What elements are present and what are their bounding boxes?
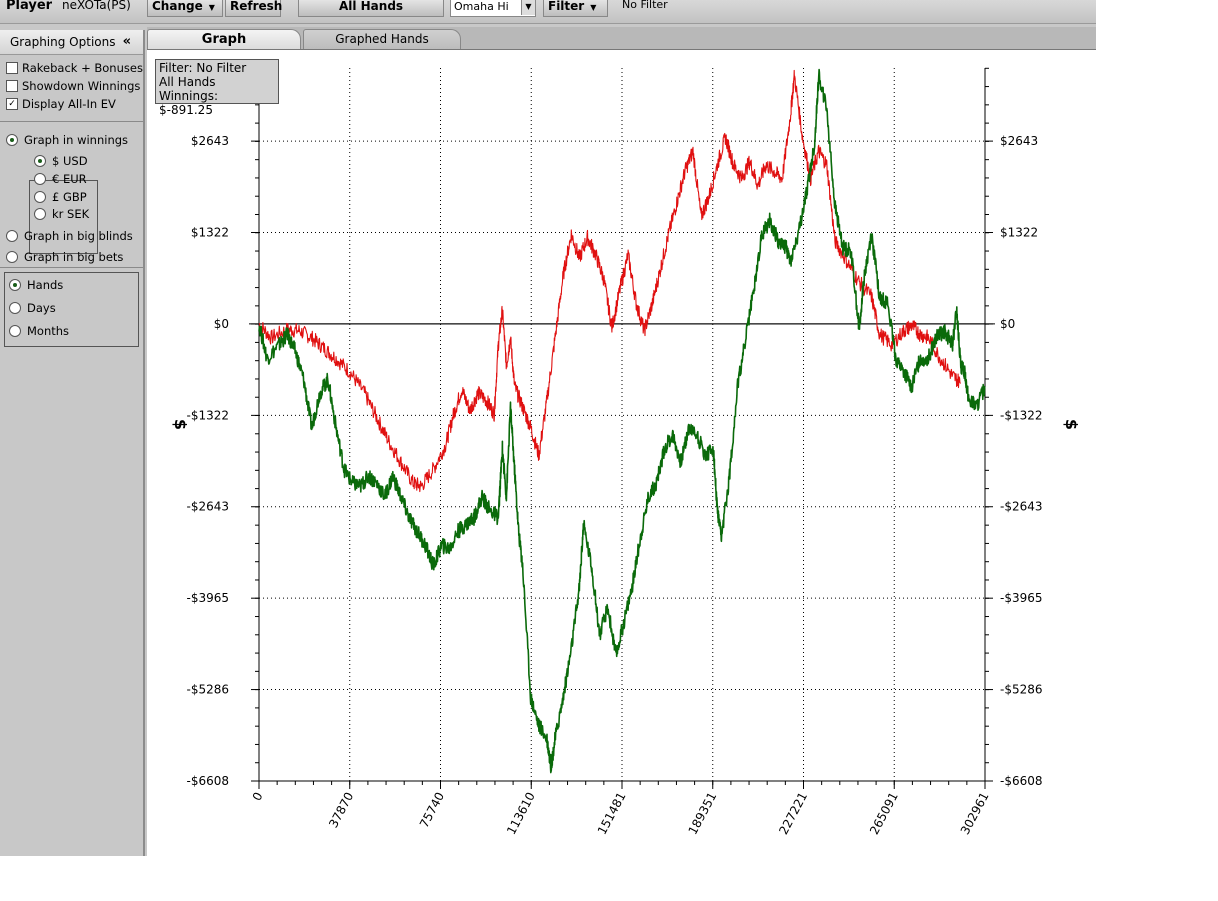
graph-in-big-bets-label: Graph in big bets	[24, 250, 124, 264]
game-type-value: Omaha Hi	[454, 0, 509, 13]
x-tick-label: 302961	[958, 790, 992, 837]
divider	[0, 267, 143, 268]
radio-icon[interactable]	[6, 229, 18, 242]
y-tick-label-right: -$1322	[1000, 408, 1043, 422]
checkmark-icon[interactable]: ✓	[6, 97, 18, 110]
refresh-button[interactable]: Refresh	[225, 0, 282, 17]
y-tick-label-left: -$1322	[186, 408, 229, 422]
y-tick-label-right: -$3965	[1000, 591, 1043, 605]
showdown-winnings-checkbox[interactable]: Showdown Winnings	[6, 78, 140, 94]
info-winnings: Winnings: $-891.25	[159, 89, 218, 117]
all-hands-button[interactable]: All Hands	[298, 0, 444, 17]
change-button[interactable]: Change ▼	[147, 0, 223, 17]
radio-selected-icon[interactable]	[34, 154, 46, 167]
radio-icon[interactable]	[6, 250, 18, 263]
y-tick-label-left: $2643	[191, 134, 229, 148]
x-tick-label: 37870	[326, 790, 356, 830]
showdown-winnings-label: Showdown Winnings	[22, 79, 141, 93]
winnings-chart: $2643 $2643 $1322 $1322 $0 $0 -$1322 -$1322 -$26…	[171, 67, 1081, 837]
y-tick-label-left: -$2643	[186, 500, 229, 514]
currency-gbp-label: £ GBP	[52, 190, 87, 204]
y-tick-label-right: $0	[1000, 317, 1015, 331]
y-tick-label-left: -$6608	[186, 774, 229, 788]
rakeback-label: Rakeback + Bonuses	[22, 61, 143, 75]
rakeback-checkbox[interactable]: Rakeback + Bonuses	[6, 60, 143, 76]
player-label: Player	[6, 0, 53, 13]
all-in-ev-label: Display All-In EV	[22, 97, 116, 111]
y-tick-label-right: -$2643	[1000, 500, 1043, 514]
currency-eur-radio[interactable]: € EUR	[34, 171, 87, 187]
series-line-ev	[258, 69, 962, 493]
radio-icon[interactable]	[34, 207, 46, 220]
filter-button[interactable]: Filter ▼	[543, 0, 608, 17]
series-line-winnings	[258, 68, 986, 774]
y-tick-label-left: $0	[214, 317, 229, 331]
toolbar: Player neXOTa(PS) Change ▼ Refresh All Ha…	[0, 0, 1096, 24]
graph-in-big-blinds-label: Graph in big blinds	[24, 229, 133, 243]
graphing-options-title: Graphing Options	[10, 35, 116, 49]
currency-gbp-radio[interactable]: £ GBP	[34, 189, 87, 205]
tab-graph[interactable]: Graph	[147, 29, 301, 49]
filter-button-label: Filter	[548, 0, 585, 13]
graph-info-box: Filter: No Filter All Hands Winnings: $-…	[155, 59, 279, 117]
filter-status: No Filter	[622, 0, 668, 11]
axis-hands-label: Hands	[27, 278, 64, 292]
game-type-select[interactable]: Omaha Hi ▼	[450, 0, 536, 17]
x-tick-label: 265091	[867, 790, 901, 837]
info-hands: All Hands	[159, 75, 216, 89]
currency-usd-radio[interactable]: $ USD	[34, 153, 88, 169]
x-tick-label: 151481	[595, 790, 629, 837]
currency-sek-radio[interactable]: kr SEK	[34, 206, 89, 222]
axis-days-label: Days	[27, 301, 56, 315]
graphing-options-panel: Graphing Options « Rakeback + Bonuses Sh…	[0, 30, 145, 856]
y-axis-label-right: $	[1062, 419, 1081, 430]
graph-in-winnings-label: Graph in winnings	[24, 133, 129, 147]
y-tick-label-left: -$3965	[186, 591, 229, 605]
radio-icon[interactable]	[34, 190, 46, 203]
radio-icon[interactable]	[34, 172, 46, 185]
chevron-down-icon: ▼	[590, 3, 597, 12]
change-button-label: Change	[152, 0, 203, 13]
player-name: neXOTa(PS)	[62, 0, 131, 12]
graph-in-winnings-radio[interactable]: Graph in winnings	[6, 132, 128, 148]
checkbox-icon[interactable]	[6, 61, 18, 74]
y-tick-label-left: -$5286	[186, 683, 229, 697]
checkbox-icon[interactable]	[6, 79, 18, 92]
currency-sek-label: kr SEK	[52, 207, 90, 221]
currency-usd-label: $ USD	[52, 154, 88, 168]
chevron-down-icon: ▼	[208, 3, 215, 12]
x-tick-label: 75740	[417, 790, 447, 830]
x-tick-label: 0	[250, 790, 266, 803]
x-tick-label: 227221	[776, 790, 810, 837]
axis-days-radio[interactable]: Days	[9, 300, 56, 316]
chevron-down-icon[interactable]: ▼	[521, 0, 535, 15]
graph-area: $2643 $2643 $1322 $1322 $0 $0 -$1322 -$1322 -$26…	[147, 50, 1096, 856]
info-filter: Filter: No Filter	[159, 61, 247, 75]
y-tick-label-right: -$5286	[1000, 683, 1043, 697]
x-tick-label: 189351	[686, 790, 720, 837]
graph-in-big-blinds-radio[interactable]: Graph in big blinds	[6, 228, 133, 244]
axis-months-radio[interactable]: Months	[9, 323, 69, 339]
divider	[0, 121, 143, 122]
x-tick-label: 113610	[504, 790, 538, 837]
all-in-ev-checkbox[interactable]: ✓ Display All-In EV	[6, 96, 116, 112]
y-tick-label-left: $1322	[191, 225, 229, 239]
app-window: Player neXOTa(PS) Change ▼ Refresh All Ha…	[0, 0, 1096, 856]
axis-hands-radio[interactable]: Hands	[9, 277, 63, 293]
collapse-icon[interactable]: «	[123, 30, 131, 54]
axis-months-label: Months	[27, 324, 70, 338]
tab-graphed-hands[interactable]: Graphed Hands	[303, 29, 461, 49]
y-tick-label-right: $1322	[1000, 225, 1038, 239]
radio-selected-icon[interactable]	[6, 133, 18, 146]
y-axis-label-left: $	[171, 419, 190, 430]
tab-bar: Graph Graphed Hands	[147, 27, 1096, 50]
y-tick-label-right: -$6608	[1000, 774, 1043, 788]
y-tick-label-right: $2643	[1000, 134, 1038, 148]
graph-in-big-bets-radio[interactable]: Graph in big bets	[6, 249, 123, 265]
radio-selected-icon[interactable]	[9, 278, 21, 291]
radio-icon[interactable]	[9, 324, 21, 337]
radio-icon[interactable]	[9, 301, 21, 314]
currency-eur-label: € EUR	[52, 172, 87, 186]
graphing-options-header: Graphing Options «	[0, 30, 143, 55]
